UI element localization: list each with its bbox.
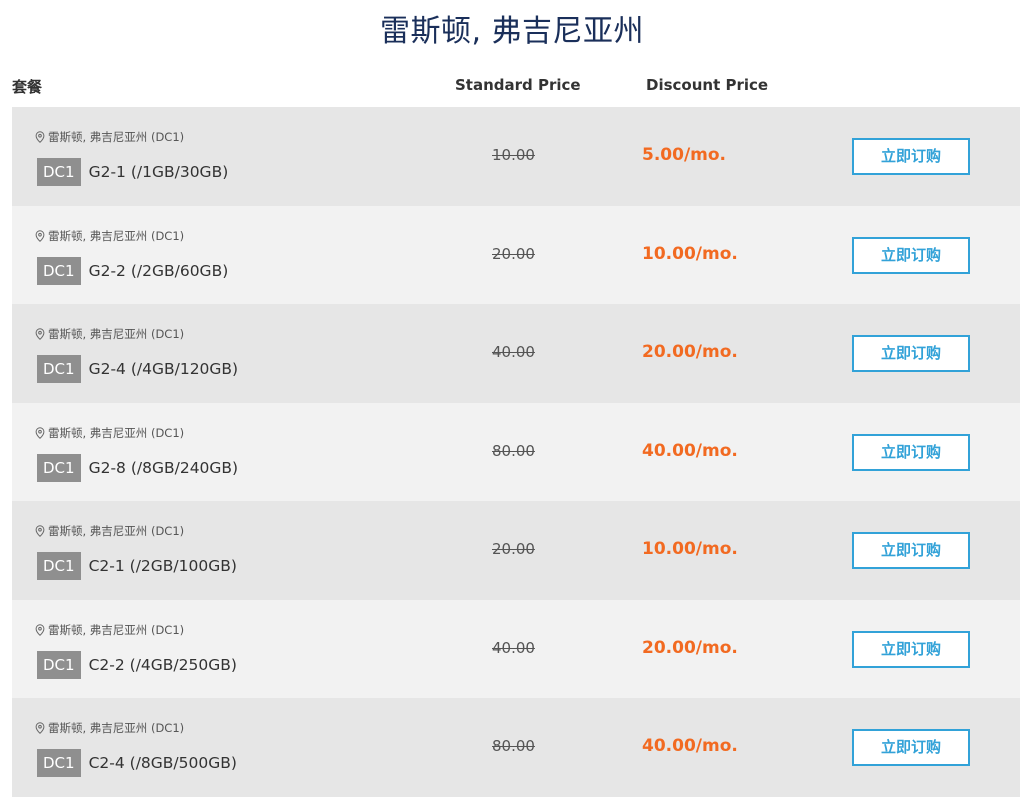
header-standard-price: Standard Price	[455, 76, 581, 94]
header-discount-price: Discount Price	[646, 76, 769, 94]
plan-location: 雷斯顿, 弗吉尼亚州 (DC1)	[35, 720, 184, 736]
plan-spec: DC1 G2-2 (/2GB/60GB)	[37, 256, 229, 285]
discount-price-text: 20.00/mo.	[642, 342, 738, 362]
order-now-button[interactable]: 立即订购	[852, 236, 970, 274]
plan-location-text: 雷斯顿, 弗吉尼亚州 (DC1)	[48, 228, 185, 243]
plan-name: G2-1 (/1GB/30GB)	[88, 163, 229, 181]
order-now-button[interactable]: 立即订购	[852, 335, 970, 372]
map-pin-icon	[35, 328, 45, 340]
datacenter-badge: DC1	[37, 453, 81, 482]
discount-price-text: 10.00/mo.	[642, 243, 738, 264]
plan-row: 雷斯顿, 弗吉尼亚州 (DC1) DC1 C2-2 (/4GB/250GB) 4…	[12, 599, 1020, 698]
discount-price: 20.00/mo.	[642, 342, 802, 362]
map-pin-icon	[35, 131, 45, 143]
plan-spec: DC1 C2-4 (/8GB/500GB)	[37, 749, 237, 777]
datacenter-badge: DC1	[37, 749, 81, 777]
datacenter-badge: DC1	[37, 552, 81, 580]
datacenter-badge: DC1	[37, 650, 81, 679]
standard-price: 80.00	[492, 737, 535, 755]
discount-price: 20.00/mo.	[642, 638, 802, 658]
plan-row: 雷斯顿, 弗吉尼亚州 (DC1) DC1 G2-1 (/1GB/30GB) 10…	[12, 107, 1020, 206]
discount-price: 10.00/mo.	[642, 539, 802, 559]
plan-row: 雷斯顿, 弗吉尼亚州 (DC1) DC1 C2-1 (/2GB/100GB) 2…	[12, 501, 1020, 600]
plan-row: 雷斯顿, 弗吉尼亚州 (DC1) DC1 C2-4 (/8GB/500GB) 8…	[12, 698, 1020, 797]
discount-price: 5.00/mo.	[642, 145, 802, 165]
order-now-button[interactable]: 立即订购	[852, 729, 970, 766]
plan-list: 雷斯顿, 弗吉尼亚州 (DC1) DC1 G2-1 (/1GB/30GB) 10…	[12, 107, 1020, 797]
map-pin-icon	[35, 229, 45, 242]
plan-location: 雷斯顿, 弗吉尼亚州 (DC1)	[35, 129, 184, 145]
order-now-button[interactable]: 立即订购	[852, 532, 970, 569]
plan-spec: DC1 G2-4 (/4GB/120GB)	[37, 355, 238, 383]
discount-price-text: 40.00/mo.	[642, 736, 738, 756]
standard-price: 40.00	[492, 638, 535, 657]
datacenter-badge: DC1	[37, 158, 81, 186]
plan-name: C2-4 (/8GB/500GB)	[88, 754, 237, 772]
plan-name: C2-2 (/4GB/250GB)	[88, 655, 237, 674]
plan-spec: DC1 C2-1 (/2GB/100GB)	[37, 552, 237, 580]
map-pin-icon	[35, 525, 45, 537]
plan-spec: DC1 G2-8 (/8GB/240GB)	[37, 453, 239, 482]
plan-name: G2-4 (/4GB/120GB)	[88, 360, 239, 378]
discount-price-text: 10.00/mo.	[642, 539, 738, 559]
header-package: 套餐	[12, 78, 43, 96]
plan-row: 雷斯顿, 弗吉尼亚州 (DC1) DC1 G2-4 (/4GB/120GB) 4…	[12, 304, 1020, 403]
discount-price-text: 40.00/mo.	[642, 440, 738, 461]
discount-price: 40.00/mo.	[642, 441, 802, 461]
plan-location-text: 雷斯顿, 弗吉尼亚州 (DC1)	[48, 425, 185, 440]
map-pin-icon	[35, 722, 45, 734]
plan-name: G2-2 (/2GB/60GB)	[88, 261, 229, 280]
plan-name: G2-8 (/8GB/240GB)	[88, 458, 239, 477]
discount-price: 10.00/mo.	[642, 244, 802, 264]
plan-spec: DC1 G2-1 (/1GB/30GB)	[37, 158, 228, 186]
datacenter-badge: DC1	[37, 355, 81, 383]
plan-location: 雷斯顿, 弗吉尼亚州 (DC1)	[35, 622, 184, 638]
plan-location-text: 雷斯顿, 弗吉尼亚州 (DC1)	[48, 524, 185, 538]
map-pin-icon	[35, 623, 45, 636]
discount-price-text: 5.00/mo.	[642, 145, 727, 165]
plan-location-text: 雷斯顿, 弗吉尼亚州 (DC1)	[48, 130, 185, 144]
plan-name: C2-1 (/2GB/100GB)	[88, 557, 237, 575]
plan-location-text: 雷斯顿, 弗吉尼亚州 (DC1)	[48, 622, 185, 637]
order-now-button[interactable]: 立即订购	[852, 433, 970, 471]
plan-location-text: 雷斯顿, 弗吉尼亚州 (DC1)	[48, 721, 185, 735]
plan-location: 雷斯顿, 弗吉尼亚州 (DC1)	[35, 425, 184, 441]
table-header: 套餐 Standard Price Discount Price	[0, 74, 1020, 106]
standard-price: 20.00	[492, 540, 535, 558]
datacenter-badge: DC1	[37, 256, 81, 285]
standard-price: 10.00	[492, 146, 535, 164]
order-now-button[interactable]: 立即订购	[852, 630, 970, 668]
standard-price: 20.00	[492, 244, 535, 263]
plan-row: 雷斯顿, 弗吉尼亚州 (DC1) DC1 G2-2 (/2GB/60GB) 20…	[12, 205, 1020, 304]
plan-location-text: 雷斯顿, 弗吉尼亚州 (DC1)	[48, 327, 185, 341]
discount-price-text: 20.00/mo.	[642, 637, 738, 658]
plan-location: 雷斯顿, 弗吉尼亚州 (DC1)	[35, 326, 184, 342]
discount-price: 40.00/mo.	[642, 736, 802, 756]
standard-price: 40.00	[492, 343, 535, 361]
plan-location: 雷斯顿, 弗吉尼亚州 (DC1)	[35, 523, 184, 539]
page-title: 雷斯顿, 弗吉尼亚州	[379, 14, 645, 49]
plan-spec: DC1 C2-2 (/4GB/250GB)	[37, 650, 237, 679]
standard-price: 80.00	[492, 441, 535, 460]
plan-location: 雷斯顿, 弗吉尼亚州 (DC1)	[35, 228, 184, 244]
plan-row: 雷斯顿, 弗吉尼亚州 (DC1) DC1 G2-8 (/8GB/240GB) 8…	[12, 402, 1020, 501]
order-now-button[interactable]: 立即订购	[852, 138, 970, 175]
map-pin-icon	[35, 426, 45, 439]
